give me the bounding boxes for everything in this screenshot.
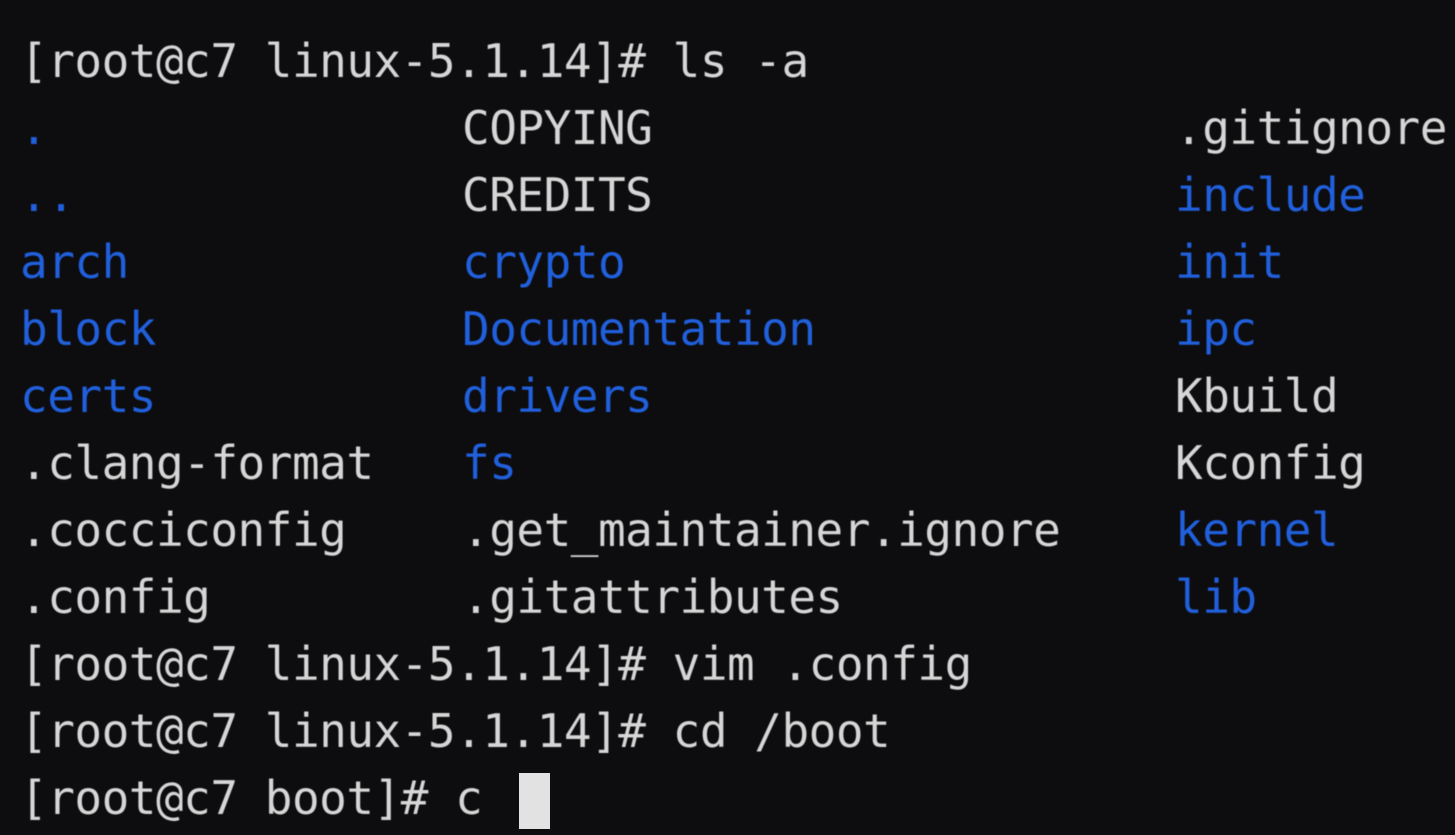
terminal-line-active: [root@c7 boot]# c	[0, 765, 1455, 832]
file-entry-kernel[interactable]: kernel	[1175, 497, 1339, 564]
terminal-line: [root@c7 linux-5.1.14]# cd /boot	[0, 698, 1455, 765]
terminal-line: certs drivers Kbuild	[0, 363, 1455, 430]
file-entry-include[interactable]: include	[1175, 162, 1366, 229]
file-entry-init[interactable]: init	[1175, 229, 1284, 296]
file-entry-block[interactable]: block	[20, 296, 156, 363]
file-entry-kbuild[interactable]: Kbuild	[1175, 363, 1339, 430]
shell-command-cd: [root@c7 linux-5.1.14]# cd /boot	[20, 704, 891, 758]
file-entry-clang-format[interactable]: .clang-format	[20, 430, 374, 497]
terminal-screen: [root@c7 linux-5.1.14]# ls -a . COPYING …	[0, 0, 1455, 835]
terminal-line: .. CREDITS include	[0, 162, 1455, 229]
terminal-line: block Documentation ipc	[0, 296, 1455, 363]
file-entry-arch[interactable]: arch	[20, 229, 129, 296]
terminal-line: .cocciconfig .get_maintainer.ignore kern…	[0, 497, 1455, 564]
file-entry-kconfig[interactable]: Kconfig	[1175, 430, 1366, 497]
file-entry-cocciconfig[interactable]: .cocciconfig	[20, 497, 347, 564]
file-entry-lib[interactable]: lib	[1175, 564, 1257, 631]
file-entry-config[interactable]: .config	[20, 564, 211, 631]
shell-command-ls: [root@c7 linux-5.1.14]# ls -a	[20, 34, 809, 88]
file-entry-drivers[interactable]: drivers	[462, 363, 653, 430]
terminal-line: [root@c7 linux-5.1.14]# vim .config	[0, 631, 1455, 698]
file-entry-dotdot[interactable]: ..	[20, 162, 75, 229]
file-entry-get-maintainer-ignore[interactable]: .get_maintainer.ignore	[462, 497, 1061, 564]
terminal-line: .clang-format fs Kconfig	[0, 430, 1455, 497]
terminal-line: [root@c7 linux-5.1.14]# ls -a	[0, 28, 1455, 95]
terminal-window[interactable]: [root@c7 linux-5.1.14]# ls -a . COPYING …	[0, 0, 1455, 835]
file-entry-gitattributes[interactable]: .gitattributes	[462, 564, 843, 631]
file-entry-fs[interactable]: fs	[462, 430, 517, 497]
file-entry-ipc[interactable]: ipc	[1175, 296, 1257, 363]
file-entry-dot[interactable]: .	[20, 95, 48, 162]
shell-prompt-active: [root@c7 boot]# c	[20, 771, 483, 825]
file-entry-copying[interactable]: COPYING	[462, 95, 653, 162]
file-entry-credits[interactable]: CREDITS	[462, 162, 653, 229]
file-entry-documentation[interactable]: Documentation	[462, 296, 816, 363]
terminal-line: .config .gitattributes lib	[0, 564, 1455, 631]
text-cursor	[519, 773, 550, 829]
file-entry-crypto[interactable]: crypto	[462, 229, 626, 296]
shell-command-vim: [root@c7 linux-5.1.14]# vim .config	[20, 637, 972, 691]
file-entry-certs[interactable]: certs	[20, 363, 156, 430]
terminal-line: arch crypto init	[0, 229, 1455, 296]
terminal-line: . COPYING .gitignore	[0, 95, 1455, 162]
file-entry-gitignore[interactable]: .gitignore	[1175, 95, 1447, 162]
